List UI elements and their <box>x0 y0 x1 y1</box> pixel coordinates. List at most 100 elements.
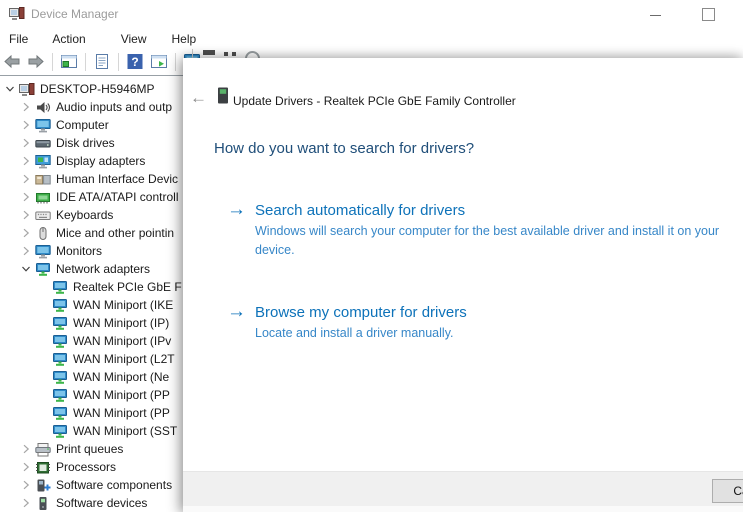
tree-item-label: Processors <box>56 460 116 474</box>
menubar: File Action View Help <box>0 29 743 48</box>
chevron-right-icon[interactable] <box>20 136 32 150</box>
tree-item-label: WAN Miniport (SST <box>73 424 177 438</box>
right-arrow-icon: → <box>227 302 246 321</box>
forward-icon[interactable] <box>27 53 45 70</box>
dialog-heading: How do you want to search for drivers? <box>214 140 474 157</box>
toolbar-separator <box>52 53 53 71</box>
tree-item-label: Software devices <box>56 496 147 510</box>
chevron-right-icon[interactable] <box>20 208 32 222</box>
network-icon <box>52 298 68 313</box>
tree-item-label: WAN Miniport (PP <box>73 406 170 420</box>
chevron-right-icon[interactable] <box>20 172 32 186</box>
chevron-right-icon[interactable] <box>20 460 32 474</box>
network-icon <box>52 424 68 439</box>
back-arrow-button[interactable]: ← <box>190 89 207 106</box>
software-component-icon <box>35 478 51 493</box>
display-adapter-icon <box>35 154 51 169</box>
tree-item-label: WAN Miniport (PP <box>73 388 170 402</box>
processor-icon <box>35 460 51 475</box>
driver-option-browse-my-computer-for-drivers[interactable]: → Browse my computer for drivers Locate an… <box>227 304 733 343</box>
tree-item-label: WAN Miniport (Ne <box>73 370 169 384</box>
menu-item-view[interactable]: View <box>112 30 157 48</box>
network-icon <box>52 370 68 385</box>
chevron-right-icon[interactable] <box>20 190 32 204</box>
partial-toolbar-icon <box>224 52 228 56</box>
cancel-button[interactable]: Cancel <box>712 479 743 503</box>
tree-item-label: WAN Miniport (IP) <box>73 316 169 330</box>
maximize-button[interactable] <box>702 8 715 21</box>
tree-item-label: Disk drives <box>56 136 115 150</box>
network-icon <box>52 280 68 295</box>
network-icon <box>52 388 68 403</box>
toolbar-separator <box>175 53 176 71</box>
chevron-right-icon[interactable] <box>20 226 32 240</box>
mouse-icon <box>35 226 51 241</box>
option-description: Windows will search your computer for th… <box>255 222 733 261</box>
chevron-right-icon[interactable] <box>20 118 32 132</box>
help-icon[interactable]: ? <box>126 53 144 70</box>
back-icon[interactable] <box>3 53 21 70</box>
tree-item-label: Audio inputs and outp <box>56 100 172 114</box>
tree-item-label: Mice and other pointin <box>56 226 174 240</box>
network-icon <box>52 406 68 421</box>
network-icon <box>52 334 68 349</box>
tree-item-label: IDE ATA/ATAPI controll <box>56 190 178 204</box>
chevron-down-icon[interactable] <box>4 82 16 96</box>
partial-toolbar-separator <box>192 49 193 58</box>
svg-text:?: ? <box>131 55 138 69</box>
disk-icon <box>35 136 51 151</box>
tree-item-label: Display adapters <box>56 154 145 168</box>
menu-item-action[interactable]: Action <box>43 30 95 48</box>
chevron-right-icon[interactable] <box>20 154 32 168</box>
hid-icon <box>35 172 51 187</box>
toolbar-separator <box>85 53 86 71</box>
titlebar: Device Manager <box>0 0 743 28</box>
driver-option-search-automatically-for-drivers[interactable]: → Search automatically for drivers Windows… <box>227 202 733 261</box>
properties-icon[interactable] <box>93 53 111 70</box>
network-icon <box>52 316 68 331</box>
option-title[interactable]: Browse my computer for drivers <box>255 304 733 321</box>
tree-item-label: Keyboards <box>56 208 113 222</box>
menu-item-file[interactable]: File <box>0 30 38 48</box>
chevron-right-icon[interactable] <box>20 100 32 114</box>
minimize-button[interactable] <box>650 15 661 16</box>
action-pane-icon[interactable] <box>150 53 168 70</box>
device-manager-icon <box>9 6 25 21</box>
monitor-icon <box>35 244 51 259</box>
dialog-bottom-strip <box>183 506 743 512</box>
dialog-title: Update Drivers - Realtek PCIe GbE Family… <box>233 94 516 108</box>
tree-item-label: Computer <box>56 118 109 132</box>
tree-item-label: Realtek PCIe GbE F <box>73 280 182 294</box>
chevron-right-icon[interactable] <box>20 244 32 258</box>
chevron-down-icon[interactable] <box>20 262 32 276</box>
partial-toolbar-icon <box>232 52 236 56</box>
tree-item-label: Print queues <box>56 442 123 456</box>
network-icon <box>52 352 68 367</box>
chevron-right-icon[interactable] <box>20 478 32 492</box>
menu-item-help[interactable]: Help <box>163 30 207 48</box>
software-device-icon <box>35 496 51 511</box>
option-description: Locate and install a driver manually. <box>255 324 733 343</box>
console-tree-icon[interactable] <box>60 53 78 70</box>
partial-toolbar-icon <box>203 50 215 55</box>
tree-item-label: Network adapters <box>56 262 150 276</box>
right-arrow-icon: → <box>227 200 246 219</box>
tree-item-label: Monitors <box>56 244 102 258</box>
monitor-icon <box>35 118 51 133</box>
chevron-right-icon[interactable] <box>20 442 32 456</box>
option-title[interactable]: Search automatically for drivers <box>255 202 733 219</box>
chevron-right-icon[interactable] <box>20 496 32 510</box>
computer-icon <box>19 82 35 97</box>
driver-device-icon <box>217 87 229 104</box>
update-drivers-dialog: ← Update Drivers - Realtek PCIe GbE Fami… <box>183 58 743 512</box>
dialog-footer: Cancel <box>183 471 743 506</box>
tree-item-label: WAN Miniport (IKE <box>73 298 173 312</box>
tree-item-label: DESKTOP-H5946MP <box>40 82 155 96</box>
window-title: Device Manager <box>31 7 118 21</box>
ide-icon <box>35 190 51 205</box>
tree-item-label: Software components <box>56 478 172 492</box>
audio-icon <box>35 100 51 115</box>
printer-icon <box>35 442 51 457</box>
tree-item-label: WAN Miniport (IPv <box>73 334 171 348</box>
tree-item-label: WAN Miniport (L2T <box>73 352 175 366</box>
